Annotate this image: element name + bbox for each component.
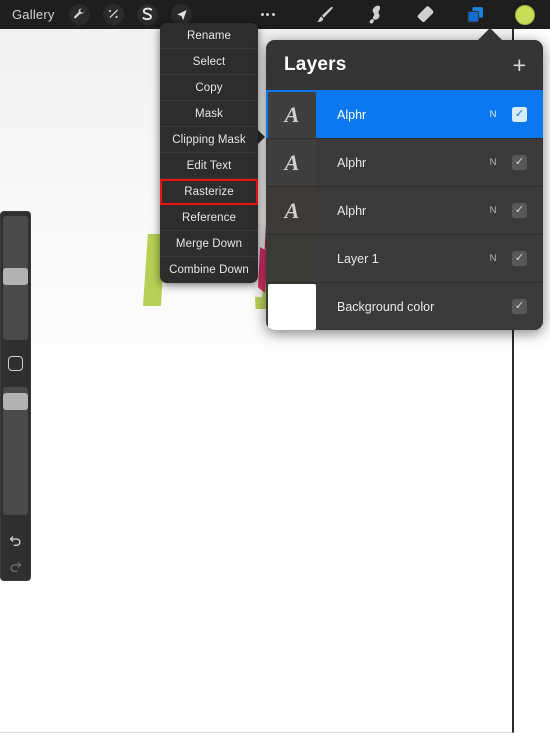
layer-visibility-checkbox[interactable]: ✓	[512, 107, 527, 122]
more-dot-2	[266, 13, 270, 16]
smudge-icon[interactable]	[360, 0, 390, 29]
layer-thumbnail[interactable]: A	[268, 139, 316, 186]
actions-wrench-icon-bg	[69, 4, 91, 25]
toolbar-right-tool-group	[310, 0, 546, 29]
brush-opacity-slider-thumb[interactable]	[3, 392, 28, 410]
layer-name[interactable]: Background color	[316, 300, 482, 314]
gallery-button[interactable]: Gallery	[0, 7, 65, 22]
color-swatch	[515, 4, 535, 25]
redo-icon[interactable]	[0, 554, 31, 580]
brush-size-slider-thumb[interactable]	[3, 268, 28, 285]
layer-row[interactable]: A Alphr N ✓	[266, 186, 543, 234]
brush-size-slider[interactable]	[3, 216, 28, 340]
menu-item-reference[interactable]: Reference	[160, 205, 258, 231]
layer-visibility-checkbox[interactable]: ✓	[512, 155, 527, 170]
layers-panel-pointer	[477, 28, 503, 41]
brush-opacity-slider[interactable]	[3, 386, 28, 516]
more-dot-3	[271, 13, 275, 16]
layer-name[interactable]: Layer 1	[316, 252, 482, 266]
color-swatch-button[interactable]	[510, 0, 540, 29]
layers-icon[interactable]	[460, 0, 490, 29]
menu-item-rename[interactable]: Rename	[160, 23, 258, 49]
menu-item-merge-down[interactable]: Merge Down	[160, 231, 258, 257]
selection-s-icon-bg	[137, 4, 159, 25]
eraser-icon[interactable]	[410, 0, 440, 29]
top-toolbar: Gallery	[0, 0, 550, 29]
selection-s-icon[interactable]	[133, 0, 163, 29]
layer-blend-mode[interactable]: N	[482, 253, 504, 264]
layer-name[interactable]: Alphr	[316, 108, 482, 122]
menu-item-mask[interactable]: Mask	[160, 101, 258, 127]
more-options-icon[interactable]	[255, 0, 281, 29]
layer-blend-mode[interactable]: N	[482, 109, 504, 120]
paint-brush-icon[interactable]	[310, 0, 340, 29]
layer-thumbnail[interactable]	[268, 235, 316, 282]
adjustments-wand-icon[interactable]	[99, 0, 129, 29]
layer-visibility-checkbox[interactable]: ✓	[512, 299, 527, 314]
menu-item-clipping-mask[interactable]: Clipping Mask	[160, 127, 258, 153]
adjustments-wand-icon-bg	[103, 4, 125, 25]
layer-name[interactable]: Alphr	[316, 156, 482, 170]
menu-item-copy[interactable]: Copy	[160, 75, 258, 101]
menu-item-combine-down[interactable]: Combine Down	[160, 257, 258, 283]
actions-wrench-icon[interactable]	[65, 0, 95, 29]
add-layer-button[interactable]: +	[513, 53, 526, 77]
layer-visibility-checkbox[interactable]: ✓	[512, 251, 527, 266]
menu-item-rasterize[interactable]: Rasterize	[160, 179, 258, 205]
layers-panel-title: Layers	[284, 54, 347, 75]
modify-square-button[interactable]	[8, 355, 23, 371]
layers-panel: Layers + A Alphr N ✓ A Alphr N ✓ A Alphr…	[266, 40, 543, 330]
background-color-thumbnail[interactable]	[268, 283, 316, 330]
layer-thumbnail[interactable]: A	[268, 91, 316, 138]
layer-row[interactable]: A Alphr N ✓	[266, 90, 543, 138]
menu-item-select[interactable]: Select	[160, 49, 258, 75]
layer-blend-mode[interactable]: N	[482, 205, 504, 216]
undo-icon[interactable]	[0, 528, 31, 554]
brush-sidebar	[0, 211, 31, 581]
more-dot-1	[260, 13, 264, 16]
transform-arrow-icon-bg	[171, 4, 193, 25]
layer-name[interactable]: Alphr	[316, 204, 482, 218]
layer-visibility-checkbox[interactable]: ✓	[512, 203, 527, 218]
layer-blend-mode[interactable]: N	[482, 157, 504, 168]
layer-row[interactable]: A Alphr N ✓	[266, 138, 543, 186]
layer-thumbnail[interactable]: A	[268, 187, 316, 234]
layer-context-menu: Rename Select Copy Mask Clipping Mask Ed…	[160, 23, 258, 283]
layers-panel-header: Layers +	[266, 40, 543, 90]
menu-item-edit-text[interactable]: Edit Text	[160, 153, 258, 179]
layer-row[interactable]: Layer 1 N ✓	[266, 234, 543, 282]
layer-row[interactable]: Background color ✓	[266, 282, 543, 330]
